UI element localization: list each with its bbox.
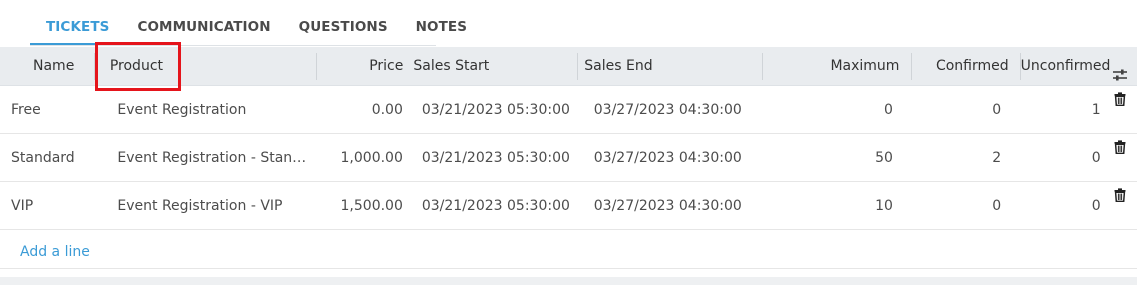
table-row[interactable]: Standard Event Registration - Stan… 1,00… (0, 134, 1137, 182)
cell-unconfirmed: 0 (1091, 149, 1101, 166)
cell-confirmed: 0 (992, 197, 1002, 214)
cell-maximum: 50 (875, 149, 893, 166)
row-delete-cell (1104, 86, 1137, 134)
column-header-sales-end[interactable]: Sales End (578, 47, 763, 86)
column-header-unconfirmed[interactable]: Unconfirmed (1021, 47, 1111, 86)
cell-maximum: 10 (875, 197, 893, 214)
cell-name: VIP (11, 197, 34, 214)
cell-sales-start: 03/21/2023 05:30:00 (421, 101, 570, 118)
table-row[interactable]: Free Event Registration 0.00 03/21/2023 … (0, 86, 1137, 134)
cell-sales-start: 03/21/2023 05:30:00 (421, 149, 570, 166)
trash-icon[interactable] (1114, 139, 1126, 154)
tab-communication[interactable]: COMMUNICATION (123, 0, 284, 45)
column-header-confirmed[interactable]: Confirmed (912, 47, 1021, 86)
trash-icon[interactable] (1114, 187, 1126, 202)
cell-sales-end: 03/27/2023 04:30:00 (593, 197, 742, 214)
cell-price: 1,500.00 (340, 197, 403, 214)
optional-columns-toggle[interactable] (1104, 47, 1137, 86)
cell-product: Event Registration - Stan… (117, 149, 307, 166)
cell-name: Standard (11, 149, 75, 166)
add-line-row: Add a line (0, 230, 1137, 269)
cell-price: 1,000.00 (340, 149, 403, 166)
row-delete-cell (1104, 182, 1137, 230)
cell-unconfirmed: 0 (1091, 197, 1101, 214)
tickets-table: Name Product Price Sales Start Sales End… (0, 47, 1137, 269)
tab-tickets[interactable]: TICKETS (30, 0, 124, 45)
cell-name: Free (11, 101, 41, 118)
row-delete-cell (1104, 134, 1137, 182)
cell-sales-start: 03/21/2023 05:30:00 (421, 197, 570, 214)
add-line-link[interactable]: Add a line (20, 230, 90, 274)
cell-confirmed: 0 (992, 101, 1002, 118)
sliders-icon[interactable] (1112, 59, 1128, 80)
bottom-divider (0, 277, 1137, 285)
table-header: Name Product Price Sales Start Sales End… (0, 47, 1137, 86)
tab-notes[interactable]: NOTES (402, 0, 481, 45)
cell-sales-end: 03/27/2023 04:30:00 (593, 149, 742, 166)
column-header-price[interactable]: Price (317, 47, 403, 86)
tab-questions[interactable]: QUESTIONS (285, 0, 402, 45)
column-header-name[interactable]: Name (0, 47, 95, 86)
notebook-tabs: TICKETS COMMUNICATION QUESTIONS NOTES (30, 0, 467, 46)
cell-sales-end: 03/27/2023 04:30:00 (593, 101, 742, 118)
column-header-maximum[interactable]: Maximum (763, 47, 913, 86)
trash-icon[interactable] (1114, 91, 1126, 106)
cell-product: Event Registration (117, 101, 247, 118)
cell-product: Event Registration - VIP (117, 197, 283, 214)
table-row[interactable]: VIP Event Registration - VIP 1,500.00 03… (0, 182, 1137, 230)
cell-maximum: 0 (884, 101, 893, 118)
cell-price: 0.00 (371, 101, 403, 118)
column-header-sales-start[interactable]: Sales Start (403, 47, 579, 86)
column-header-product[interactable]: Product (95, 47, 318, 86)
cell-confirmed: 2 (992, 149, 1002, 166)
cell-unconfirmed: 1 (1091, 101, 1101, 118)
